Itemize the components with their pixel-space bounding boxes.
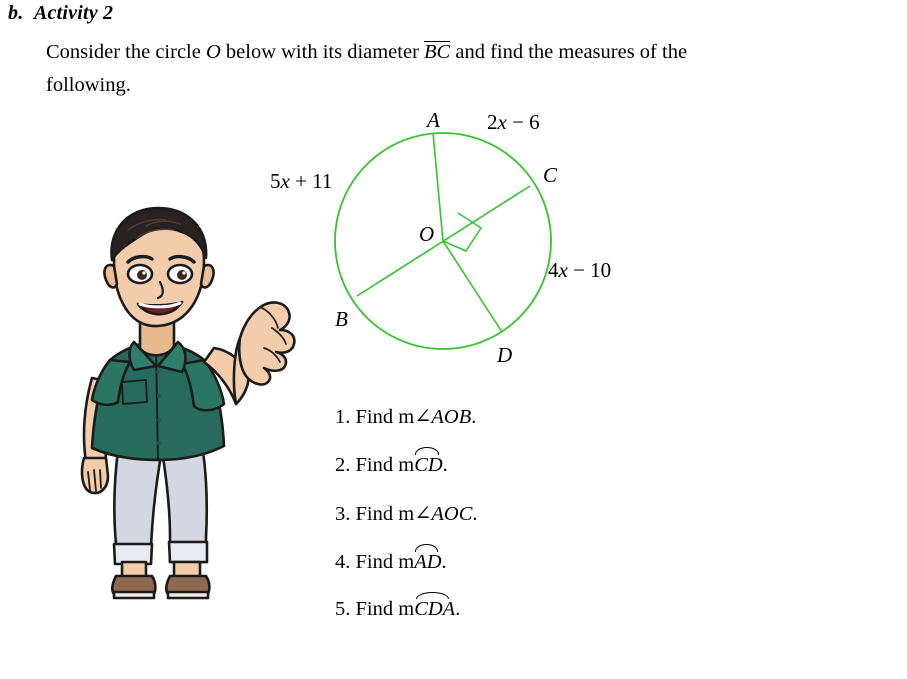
question-verb-5: Find bbox=[355, 598, 394, 620]
expr-var-1: x bbox=[280, 169, 290, 193]
expr-coef-1: 5 bbox=[270, 169, 281, 193]
arc-notation-2: CD bbox=[414, 447, 443, 476]
measure-prefix-5: m bbox=[398, 598, 415, 620]
question-object-1: AOB bbox=[431, 406, 472, 428]
question-item-4: 4. Find mAD. bbox=[335, 544, 755, 574]
eye-left-glint bbox=[142, 271, 146, 275]
expr-coef-0: 2 bbox=[487, 110, 498, 134]
questions-list: 1. Find m∠AOB. 2. Find mCD. 3. Find m∠AO… bbox=[335, 404, 755, 646]
expr-op-1: + bbox=[295, 169, 307, 193]
intro-text-part4: following. bbox=[46, 74, 131, 96]
shoe-sole-left bbox=[112, 590, 156, 600]
question-number-2: 2. bbox=[335, 453, 351, 476]
activity-heading: b. Activity 2 bbox=[8, 2, 428, 25]
eye-left-pupil bbox=[137, 270, 147, 280]
measure-prefix-2: m bbox=[398, 453, 415, 476]
arc-expression-AB: 5x + 11 bbox=[270, 169, 332, 194]
pants-cuff-right bbox=[167, 540, 209, 564]
circle-outline bbox=[334, 132, 552, 350]
question-item-1: 1. Find m∠AOB. bbox=[335, 404, 755, 429]
intro-paragraph: Consider the circle O below with its dia… bbox=[46, 36, 861, 102]
circle-name-variable: O bbox=[205, 41, 221, 63]
expr-var-2: x bbox=[558, 258, 568, 282]
measure-prefix-1: m bbox=[398, 406, 415, 428]
question-period-3: . bbox=[472, 503, 478, 525]
point-label-O: O bbox=[419, 222, 435, 246]
point-label-B: B bbox=[335, 307, 348, 331]
expr-var-0: x bbox=[497, 110, 507, 134]
ear-right bbox=[199, 263, 215, 289]
ear-left bbox=[103, 263, 119, 289]
angle-symbol-1: ∠ bbox=[414, 406, 432, 428]
question-number-1: 1. bbox=[335, 406, 351, 428]
shirt-button-4 bbox=[157, 441, 161, 445]
question-verb-4: Find bbox=[355, 550, 394, 573]
arc-notation-4: AD bbox=[414, 544, 442, 573]
question-period-5: . bbox=[455, 598, 461, 620]
intro-text-part2: below with its diameter bbox=[225, 41, 419, 63]
intro-text-part3: and find the measures of the bbox=[455, 41, 688, 63]
expr-op-0: − bbox=[512, 110, 524, 134]
circle-diagram-svg bbox=[334, 132, 552, 350]
diameter-segment-notation: BC bbox=[424, 41, 451, 63]
question-verb-1: Find bbox=[355, 406, 394, 428]
question-verb-3: Find bbox=[355, 503, 394, 525]
question-number-5: 5. bbox=[335, 598, 351, 620]
diameter-BC-line bbox=[356, 185, 531, 297]
shoe-sole-right bbox=[166, 590, 210, 600]
arc-expression-AC: 2x − 6 bbox=[487, 110, 540, 135]
shirt-button-3 bbox=[157, 418, 161, 422]
shirt-button-1 bbox=[156, 370, 160, 374]
measure-prefix-4: m bbox=[398, 550, 415, 573]
heading-marker: b. bbox=[8, 2, 24, 24]
point-label-D: D bbox=[497, 343, 513, 367]
question-item-3: 3. Find m∠AOC. bbox=[335, 501, 755, 526]
question-item-2: 2. Find mCD. bbox=[335, 447, 755, 477]
arc-expression-CD: 4x − 10 bbox=[548, 258, 611, 283]
cartoon-character-illustration bbox=[80, 206, 296, 600]
right-angle-marker bbox=[442, 212, 483, 252]
question-number-4: 4. bbox=[335, 550, 351, 573]
arc-notation-5: CDA bbox=[414, 591, 456, 620]
expr-const-0: 6 bbox=[529, 110, 540, 134]
angle-symbol-3: ∠ bbox=[414, 503, 432, 525]
question-verb-2: Find bbox=[355, 453, 394, 476]
expr-const-2: 10 bbox=[590, 258, 612, 282]
radius-OA-line bbox=[432, 132, 444, 242]
eye-right-pupil bbox=[177, 270, 187, 280]
question-period-2: . bbox=[442, 453, 448, 476]
question-number-3: 3. bbox=[335, 503, 351, 525]
eye-right-glint bbox=[182, 271, 186, 275]
radius-OD-line bbox=[442, 240, 503, 333]
question-item-5: 5. Find mCDA. bbox=[335, 591, 755, 621]
question-period-4: . bbox=[441, 550, 447, 573]
measure-prefix-3: m bbox=[398, 503, 415, 525]
shirt-button-2 bbox=[157, 394, 161, 398]
point-label-C: C bbox=[543, 163, 558, 187]
question-period-1: . bbox=[471, 406, 477, 428]
heading-title: Activity 2 bbox=[34, 2, 114, 24]
point-label-A: A bbox=[427, 108, 440, 132]
expr-const-1: 11 bbox=[312, 169, 333, 193]
question-object-3: AOC bbox=[431, 503, 473, 525]
expr-op-2: − bbox=[573, 258, 585, 282]
intro-text-part1: Consider the circle bbox=[46, 41, 201, 63]
expr-coef-2: 4 bbox=[548, 258, 559, 282]
